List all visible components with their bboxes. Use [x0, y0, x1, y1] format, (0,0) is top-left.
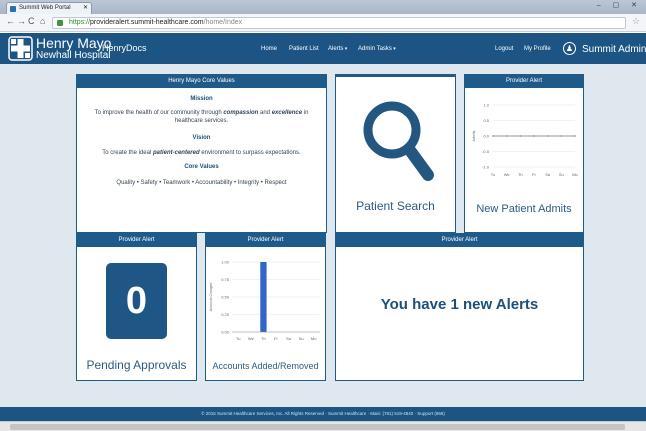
data-point: [533, 135, 535, 137]
y-axis-label: Accounts Changed: [209, 283, 213, 312]
product-name: HenryDocs: [102, 43, 147, 53]
data-point: [574, 135, 576, 137]
card-header: Provider Alert: [206, 234, 325, 247]
vision-text: To create the ideal patient-centered env…: [102, 150, 301, 156]
data-point: [560, 135, 563, 137]
patient-search-label: Patient Search: [356, 199, 435, 213]
new-admits-label: New Patient Admits: [476, 203, 572, 215]
x-tick-label: Sa: [545, 172, 551, 177]
bookmark-star-icon[interactable]: ☆: [632, 16, 640, 27]
y-tick-label: -1.0: [482, 165, 490, 170]
brand-name[interactable]: Henry Mayo: [36, 35, 111, 51]
nav-home[interactable]: Home: [261, 46, 277, 52]
alerts-message: You have 1 new Alerts: [380, 296, 539, 313]
card-header: Provider Alert: [465, 75, 583, 88]
admits-line-chart: 1.0 0.5 0.0 -0.5 -1.0 Admits Tu We Th Fr Sa Su Mo: [472, 103, 579, 178]
scrollbar-thumb[interactable]: [10, 424, 625, 430]
tab-title: Summit Web Portal: [19, 5, 71, 11]
browser-tab[interactable]: Summit Web Portal ✕: [6, 2, 92, 14]
card-header: Henry Mayo Core Values: [77, 75, 326, 88]
mission-title: Mission: [190, 96, 213, 102]
tab-close-icon[interactable]: ✕: [83, 3, 88, 14]
user-icon[interactable]: ♟: [563, 42, 576, 55]
address-bar[interactable]: https://provideralert.summit-healthcare.…: [52, 17, 626, 29]
url-scheme: https://: [69, 19, 91, 26]
y-tick-label: 1.0: [483, 103, 489, 108]
x-tick-label: Tu: [491, 172, 496, 177]
browser-tabstrip: Summit Web Portal ✕ ‒ ▢ ✕: [0, 0, 646, 14]
y-tick-label: 0.0: [483, 134, 489, 139]
core-values-card: Henry Mayo Core Values Mission To improv…: [76, 74, 327, 233]
y-tick-label: 0.00: [221, 330, 230, 335]
data-point: [492, 135, 494, 137]
mission-text: To improve the health of our community t…: [94, 110, 309, 124]
data-point: [546, 135, 549, 137]
card-header: Provider Alert: [77, 234, 196, 247]
reload-icon[interactable]: C: [28, 16, 35, 26]
y-tick-label: 0.5: [483, 118, 489, 123]
hospital-logo-icon[interactable]: [8, 36, 33, 61]
y-tick-label: 0.25: [221, 312, 230, 317]
nav-patient-list[interactable]: Patient List: [289, 46, 319, 52]
magnifier-icon: [363, 101, 434, 181]
x-tick-label: Th: [518, 172, 523, 177]
home-icon[interactable]: ⌂: [40, 16, 45, 26]
alerts-card[interactable]: Provider Alert You have 1 new Alerts: [335, 233, 584, 381]
y-axis-label: Admits: [472, 130, 476, 141]
x-tick-label: Mo: [572, 172, 578, 177]
url-path: /home/Index: [203, 19, 243, 26]
lock-icon: [57, 20, 63, 26]
x-tick-label: Sa: [286, 336, 292, 341]
card-header: Provider Alert: [336, 234, 583, 247]
nav-alerts[interactable]: Alerts: [328, 46, 347, 52]
new-admits-card[interactable]: Provider Alert 1.0 0.5 0.0 -0.5 -1.0 Admits Tu…: [464, 74, 584, 233]
browser-toolbar: ← → C ⌂ https://provideralert.summit-hea…: [0, 14, 646, 32]
core-values-title: Core Values: [184, 164, 219, 170]
window-controls[interactable]: ‒ ▢ ✕: [597, 1, 642, 9]
favicon-icon: [10, 6, 16, 12]
y-tick-label: 0.50: [221, 295, 230, 300]
x-tick-label: Mo: [311, 336, 317, 341]
pending-count-badge: 0: [106, 263, 167, 339]
x-tick-label: We: [248, 336, 255, 341]
x-tick-label: Tu: [236, 336, 241, 341]
x-tick-label: Su: [559, 172, 564, 177]
horizontal-scrollbar[interactable]: [0, 421, 646, 431]
accounts-label: Accounts Added/Removed: [212, 361, 319, 371]
data-point: [519, 135, 522, 137]
x-tick-label: We: [504, 172, 511, 177]
y-tick-label: 0.75: [221, 277, 230, 282]
nav-admin-tasks[interactable]: Admin Tasks: [358, 46, 396, 52]
y-tick-label: -0.5: [482, 149, 490, 154]
core-values-list: Quality • Safety • Teamwork • Accountabi…: [116, 180, 287, 186]
brand-subtitle: Newhall Hospital: [36, 50, 111, 61]
dashboard: Henry Mayo Core Values Mission To improv…: [0, 64, 646, 407]
bar: [260, 262, 267, 332]
patient-search-card[interactable]: Patient Search: [335, 74, 456, 233]
app-header: Henry Mayo Newhall Hospital HenryDocs Ho…: [0, 33, 646, 64]
url-host: provideralert.summit-healthcare.com: [90, 19, 204, 26]
accounts-bar-chart: 1.00 0.75 0.50 0.25 0.00 Accounts Changed Tu We…: [209, 260, 320, 341]
vision-title: Vision: [192, 135, 211, 141]
x-tick-label: Su: [299, 336, 304, 341]
x-tick-label: Th: [261, 336, 266, 341]
y-tick-label: 1.00: [221, 260, 230, 265]
user-name[interactable]: Summit Admin: [582, 44, 646, 55]
x-tick-label: Fr: [274, 336, 278, 341]
data-point: [505, 135, 508, 137]
forward-arrow-icon[interactable]: →: [17, 16, 26, 26]
logout-link[interactable]: Logout: [495, 46, 513, 52]
my-profile-link[interactable]: My Profile: [524, 46, 551, 52]
x-tick-label: Fr: [532, 172, 536, 177]
pending-approvals-label: Pending Approvals: [86, 358, 187, 372]
footer: © 2015 Summit Healthcare Services, Inc. …: [0, 407, 646, 421]
pending-approvals-card[interactable]: Provider Alert 0 Pending Approvals: [76, 233, 197, 381]
accounts-card[interactable]: Provider Alert 1.00 0.75 0.50 0.25 0.00 Accou…: [205, 233, 326, 381]
back-arrow-icon[interactable]: ←: [6, 16, 15, 26]
